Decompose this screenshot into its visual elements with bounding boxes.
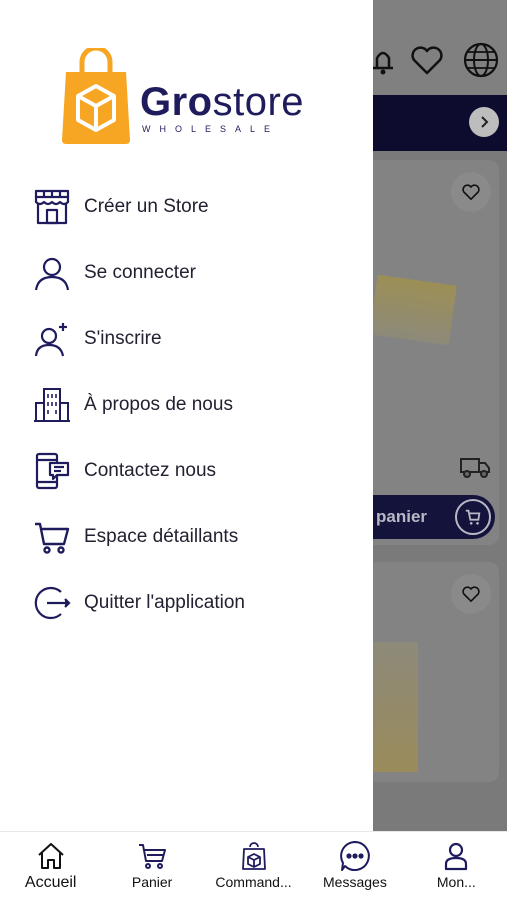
product-image [369,274,457,346]
menu-item-retailers[interactable]: Espace détaillants [32,504,352,570]
brand-name-light: store [212,80,305,124]
nav-label: Command... [215,874,292,890]
menu-item-label: Se connecter [84,262,196,283]
logout-icon [32,583,72,623]
favorite-icon [451,574,491,614]
product-card: panier [369,160,499,545]
brand-subtitle: WHOLESALE [142,124,280,134]
nav-label: Messages [323,874,387,890]
bottom-navigation: Accueil Panier Command... Messages Mon..… [0,831,507,900]
product-card [373,562,499,782]
profile-icon [440,840,472,872]
shopping-bag-logo-icon [62,48,130,144]
menu-item-label: Espace détaillants [84,526,239,547]
chevron-right-icon [469,107,499,137]
menu-item-register[interactable]: S'inscrire [32,306,352,372]
home-icon [35,840,67,872]
drawer-menu: Créer un Store Se connecter S'inscrire À… [32,174,352,636]
promo-banner [373,95,507,151]
nav-label: Accueil [24,874,77,891]
brand-name-bold: Gro [140,80,213,124]
chat-icon [339,840,371,872]
nav-label: Mon... [436,874,476,890]
favorite-icon [451,172,491,212]
delivery-truck-icon [460,458,490,478]
menu-item-label: À propos de nous [84,394,233,415]
user-add-icon [32,319,72,359]
nav-label: Panier [131,874,173,890]
menu-item-contact[interactable]: Contactez nous [32,438,352,504]
nav-messages[interactable]: Messages [304,832,405,900]
cart-icon [32,517,72,557]
nav-profile[interactable]: Mon... [406,832,507,900]
menu-item-label: Créer un Store [84,196,209,217]
menu-item-label: Contactez nous [84,460,217,481]
add-to-cart-button: panier [373,495,495,539]
menu-item-login[interactable]: Se connecter [32,240,352,306]
nav-orders[interactable]: Command... [203,832,304,900]
background-header [373,0,507,95]
grostore-logo: Grostore WHOLESALE [60,48,330,148]
navigation-drawer: Grostore WHOLESALE Créer un Store Se con… [0,0,373,831]
menu-item-label: Quitter l'application [84,592,245,613]
nav-cart[interactable]: Panier [101,832,202,900]
heart-icon [411,46,443,75]
menu-item-quit[interactable]: Quitter l'application [32,570,352,636]
menu-item-about[interactable]: À propos de nous [32,372,352,438]
menu-item-create-store[interactable]: Créer un Store [32,174,352,240]
add-to-cart-label: panier [376,507,428,526]
building-icon [32,385,72,425]
user-icon [32,253,72,293]
nav-home[interactable]: Accueil [0,832,101,900]
package-icon [238,840,270,872]
product-image [373,642,418,772]
cart-icon [136,840,168,872]
cart-icon [455,499,491,535]
menu-item-label: S'inscrire [84,328,162,349]
brand-name: Grostore [140,80,304,125]
phone-message-icon [32,451,72,491]
store-icon [32,187,72,227]
globe-icon [463,42,499,78]
